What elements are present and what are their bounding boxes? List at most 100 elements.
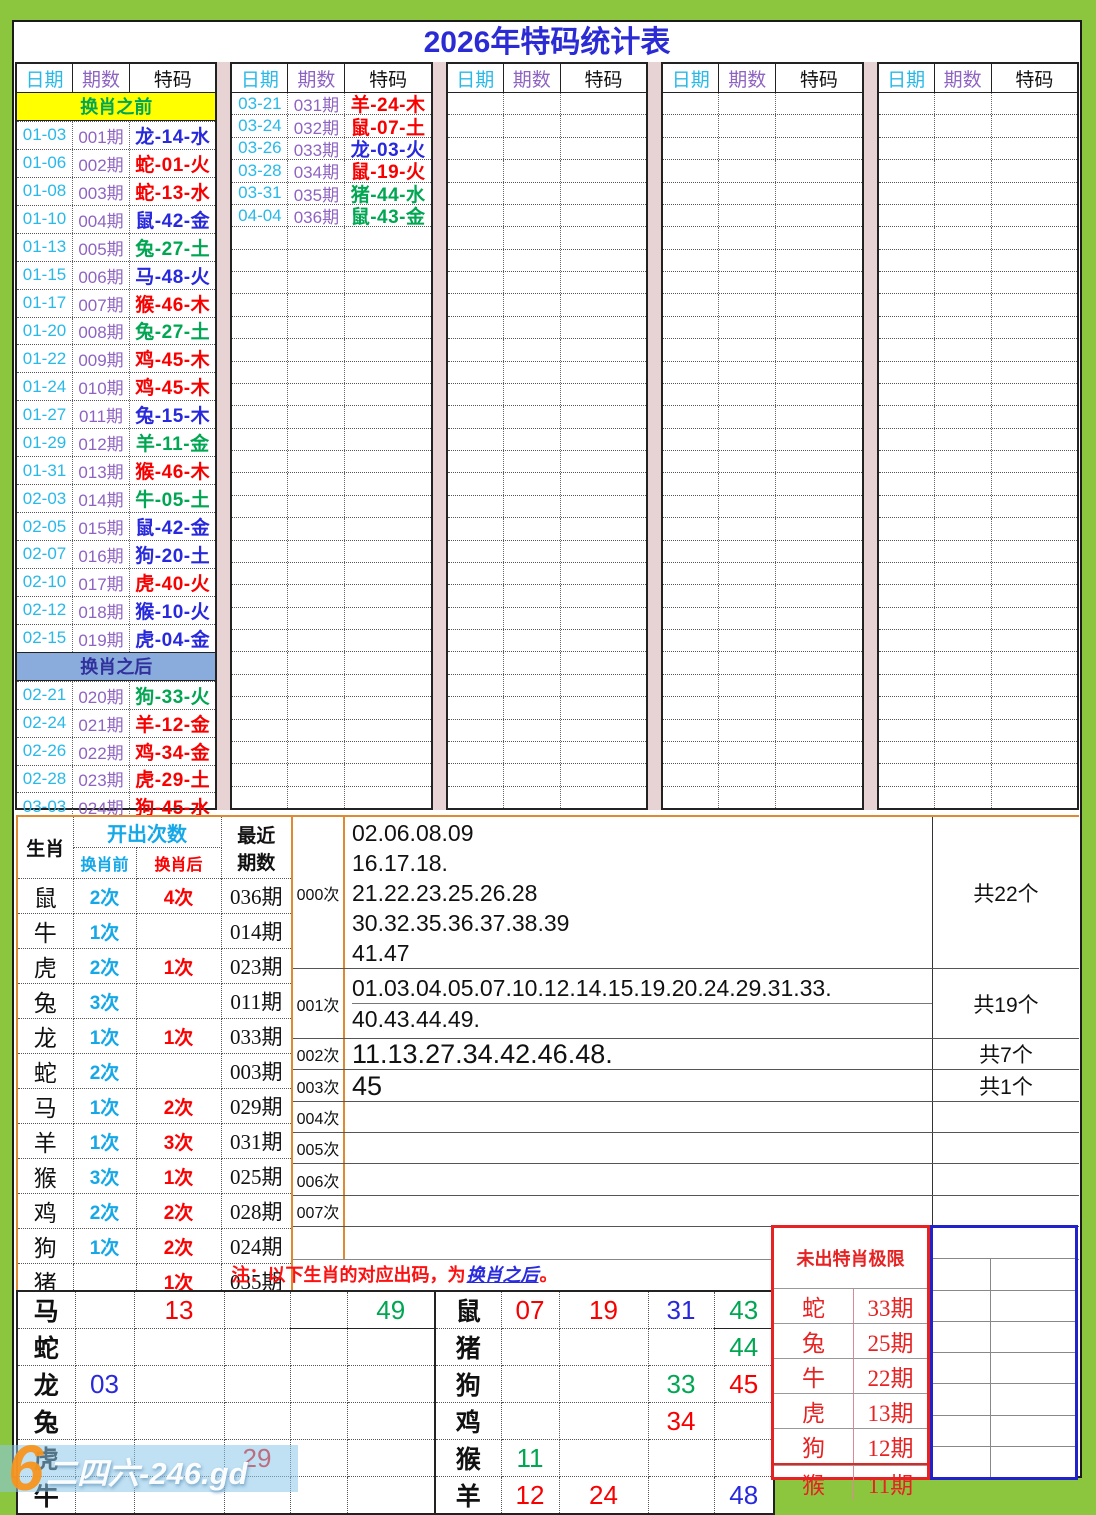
draw-row — [232, 719, 430, 741]
draw-code-cell — [345, 473, 430, 494]
draw-period-cell — [935, 541, 992, 562]
draw-code-cell — [992, 764, 1077, 785]
draw-code-cell — [776, 518, 861, 539]
draw-period-cell — [288, 563, 345, 584]
draw-date-cell — [879, 406, 935, 427]
draw-date-cell — [232, 518, 288, 539]
draw-date-cell — [448, 429, 504, 450]
frequency-row: 000次02.06.08.0916.17.18.21.22.23.25.26.2… — [293, 817, 1079, 969]
code-number-cell: 33 — [648, 1366, 714, 1403]
draw-code-cell — [776, 317, 861, 338]
draw-date-cell — [663, 608, 719, 629]
empty-grid-cell — [933, 1384, 991, 1414]
draw-date-cell — [663, 160, 719, 181]
period-column-header: 期数 — [935, 64, 992, 92]
code-number-cell — [224, 1366, 290, 1403]
draw-date-cell — [232, 697, 288, 718]
recent-line-1: 最近 — [222, 821, 292, 848]
draw-code-cell: 猴-10-火 — [130, 597, 215, 624]
date-column-header: 日期 — [879, 64, 935, 92]
code-number-cell — [290, 1440, 347, 1477]
column-divider — [433, 62, 446, 810]
empty-grid-cell — [933, 1291, 991, 1321]
draw-date-cell: 02-12 — [17, 597, 73, 624]
zodiac-stats-row: 龙1次1次033期 — [17, 1019, 292, 1054]
limit-row: 牛22期 — [774, 1358, 927, 1393]
draw-row — [232, 495, 430, 517]
code-number-cell — [290, 1403, 347, 1440]
draw-date-cell: 01-03 — [17, 122, 73, 149]
draw-period-cell: 001期 — [73, 122, 130, 149]
draw-date-cell — [448, 362, 504, 383]
draw-row — [663, 204, 861, 226]
draw-code-cell — [776, 272, 861, 293]
draws-header-row: 日期期数特码 — [448, 64, 646, 93]
empty-grid-cell — [991, 1228, 1075, 1258]
draw-period-cell — [719, 115, 776, 136]
draw-date-cell — [663, 294, 719, 315]
zodiac-stats-row: 羊1次3次031期 — [17, 1124, 292, 1159]
draw-period-cell — [935, 563, 992, 584]
draw-period-cell — [935, 93, 992, 114]
draw-period-cell — [935, 160, 992, 181]
draw-period-cell — [935, 205, 992, 226]
draw-code-cell — [776, 541, 861, 562]
note-suffix: 。 — [540, 1261, 558, 1287]
zodiac-stats-row: 兔3次011期 — [17, 984, 292, 1019]
frequency-total-cell — [932, 1102, 1079, 1132]
draw-date-cell — [663, 183, 719, 204]
draw-period-cell — [504, 451, 561, 472]
code-number-cell — [224, 1403, 290, 1440]
limit-period-cell: 33期 — [854, 1289, 927, 1323]
draw-date-cell — [879, 787, 935, 808]
draw-row — [448, 495, 646, 517]
draw-row: 03-24032期鼠-07-土 — [232, 114, 430, 136]
draw-period-cell: 002期 — [73, 150, 130, 177]
code-number-cell — [290, 1291, 347, 1329]
period-column-header: 期数 — [73, 64, 130, 92]
draw-date-cell: 01-15 — [17, 262, 73, 289]
draw-period-cell — [288, 608, 345, 629]
after-count-cell: 2次 — [136, 1089, 221, 1124]
draw-period-cell — [719, 697, 776, 718]
draw-code-cell — [561, 429, 646, 450]
draw-row — [879, 651, 1077, 673]
draw-period-cell — [935, 227, 992, 248]
draw-period-cell — [935, 138, 992, 159]
draw-period-cell: 009期 — [73, 345, 130, 372]
draw-code-cell — [776, 473, 861, 494]
code-number-cell — [347, 1403, 435, 1440]
draw-date-cell — [663, 451, 719, 472]
code-number-cell — [648, 1329, 714, 1366]
draw-row — [663, 159, 861, 181]
draw-code-cell — [992, 93, 1077, 114]
draw-row — [448, 137, 646, 159]
after-count-cell: 3次 — [136, 1124, 221, 1159]
draw-code-cell: 龙-14-水 — [130, 122, 215, 149]
frequency-row: 007次 — [293, 1196, 1079, 1227]
draw-code-cell — [561, 183, 646, 204]
zodiac-name-cell: 蛇 — [17, 1054, 73, 1089]
code-zodiac-cell: 鸡 — [435, 1403, 501, 1440]
draw-code-cell — [561, 541, 646, 562]
draw-period-cell — [935, 429, 992, 450]
draw-date-cell: 01-22 — [17, 345, 73, 372]
recent-period-cell: 028期 — [221, 1194, 292, 1229]
draw-date-cell: 03-31 — [232, 183, 288, 204]
before-count-cell: 1次 — [73, 1124, 136, 1159]
frequency-count-label: 006次 — [293, 1164, 345, 1195]
draw-code-cell: 蛇-13-水 — [130, 178, 215, 205]
draw-date-cell: 04-04 — [232, 205, 288, 226]
draw-period-cell — [935, 630, 992, 651]
draw-row: 04-04036期鼠-43-金 — [232, 204, 430, 226]
draw-period-cell — [935, 518, 992, 539]
draw-date-cell — [448, 384, 504, 405]
draw-code-cell: 虎-04-金 — [130, 625, 215, 652]
draw-date-cell: 01-29 — [17, 429, 73, 456]
date-column-header: 日期 — [663, 64, 719, 92]
draw-code-cell — [345, 585, 430, 606]
draw-code-cell — [776, 384, 861, 405]
draw-date-cell: 02-05 — [17, 513, 73, 540]
draw-code-cell — [992, 563, 1077, 584]
code-number-cell: 49 — [347, 1291, 435, 1329]
